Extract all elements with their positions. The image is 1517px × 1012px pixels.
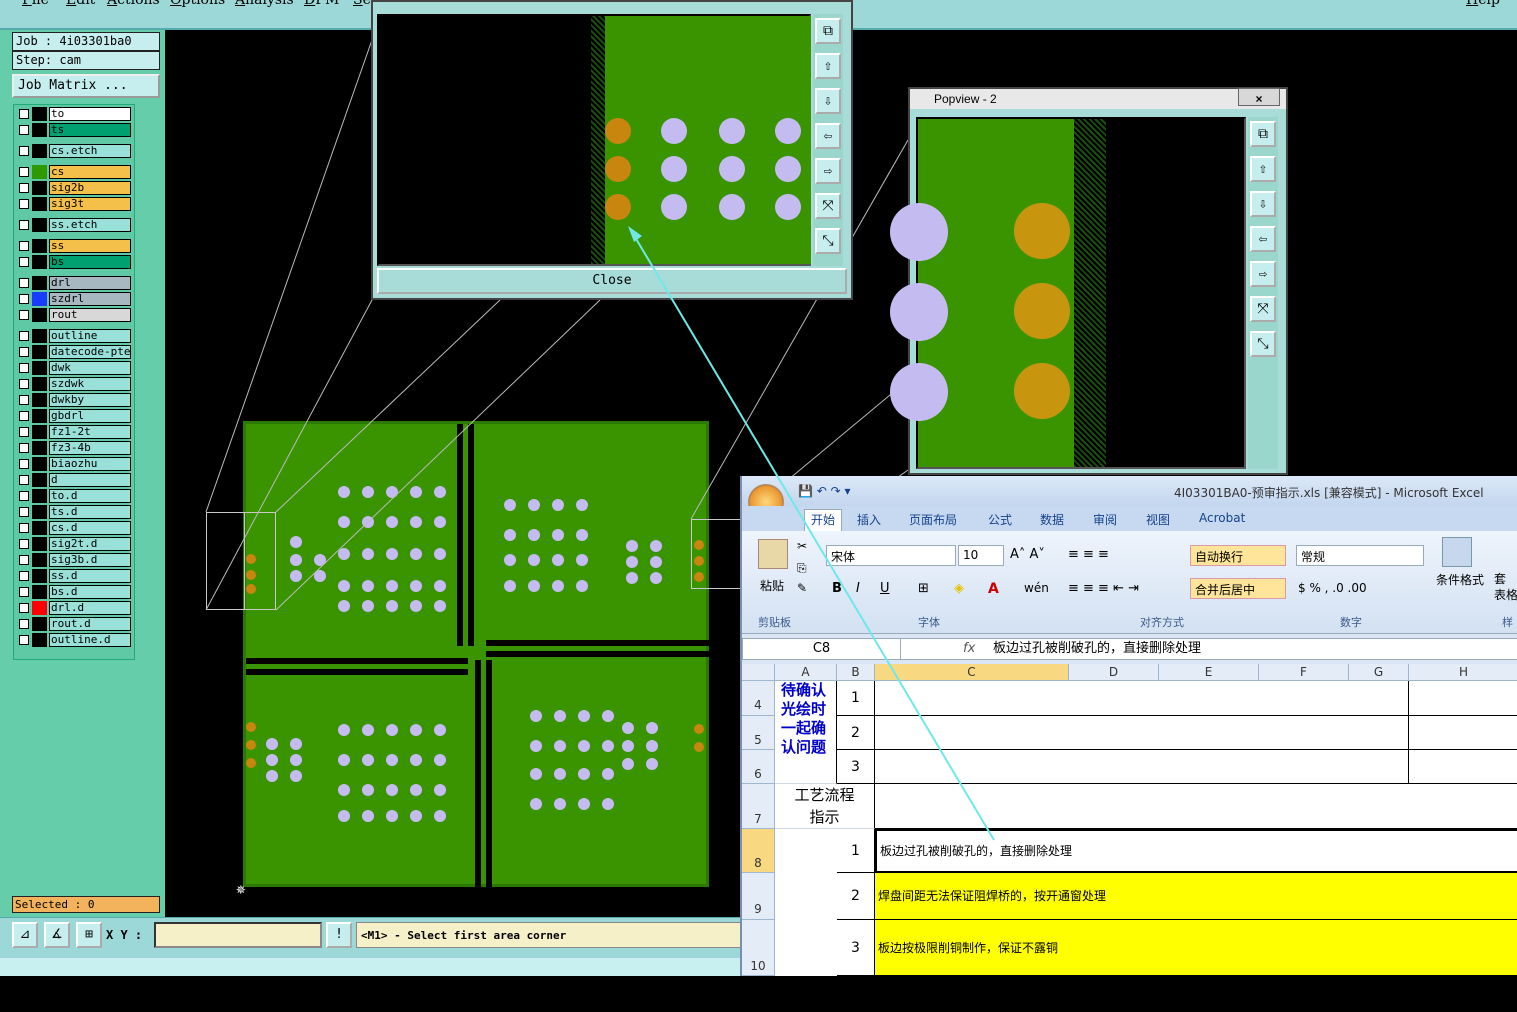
annotation-arrow <box>628 226 995 841</box>
